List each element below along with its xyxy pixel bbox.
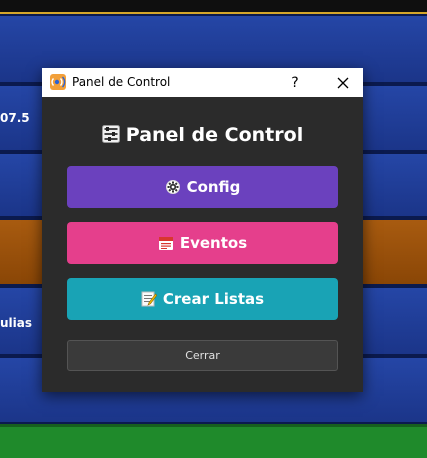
background-row-text: 07.5 bbox=[0, 111, 30, 125]
config-button[interactable]: Config bbox=[67, 166, 338, 208]
config-button-label: Config bbox=[186, 178, 241, 196]
memo-icon bbox=[141, 291, 158, 307]
dialog-heading: Panel de Control bbox=[42, 124, 363, 146]
panel-de-control-dialog: Panel de Control ? Panel de Control Conf… bbox=[42, 68, 363, 392]
crear-listas-button-label: Crear Listas bbox=[162, 290, 265, 308]
close-icon[interactable] bbox=[322, 68, 363, 97]
app-bottom-bar bbox=[0, 424, 427, 458]
eventos-button[interactable]: Eventos bbox=[67, 222, 338, 264]
eventos-button-label: Eventos bbox=[179, 234, 248, 252]
gear-icon bbox=[165, 179, 181, 195]
dialog-heading-text: Panel de Control bbox=[125, 124, 304, 146]
background-row-text: ulias bbox=[0, 316, 33, 330]
help-button[interactable]: ? bbox=[280, 68, 310, 97]
crear-listas-button[interactable]: Crear Listas bbox=[67, 278, 338, 320]
calendar-icon bbox=[158, 235, 174, 251]
app-top-bar bbox=[0, 0, 427, 14]
dialog-title-bar[interactable]: Panel de Control ? bbox=[42, 68, 363, 97]
dialog-window-title: Panel de Control bbox=[72, 75, 171, 89]
control-panel-icon bbox=[101, 125, 120, 143]
app-radio-icon bbox=[50, 74, 66, 90]
cerrar-button[interactable]: Cerrar bbox=[67, 340, 338, 371]
